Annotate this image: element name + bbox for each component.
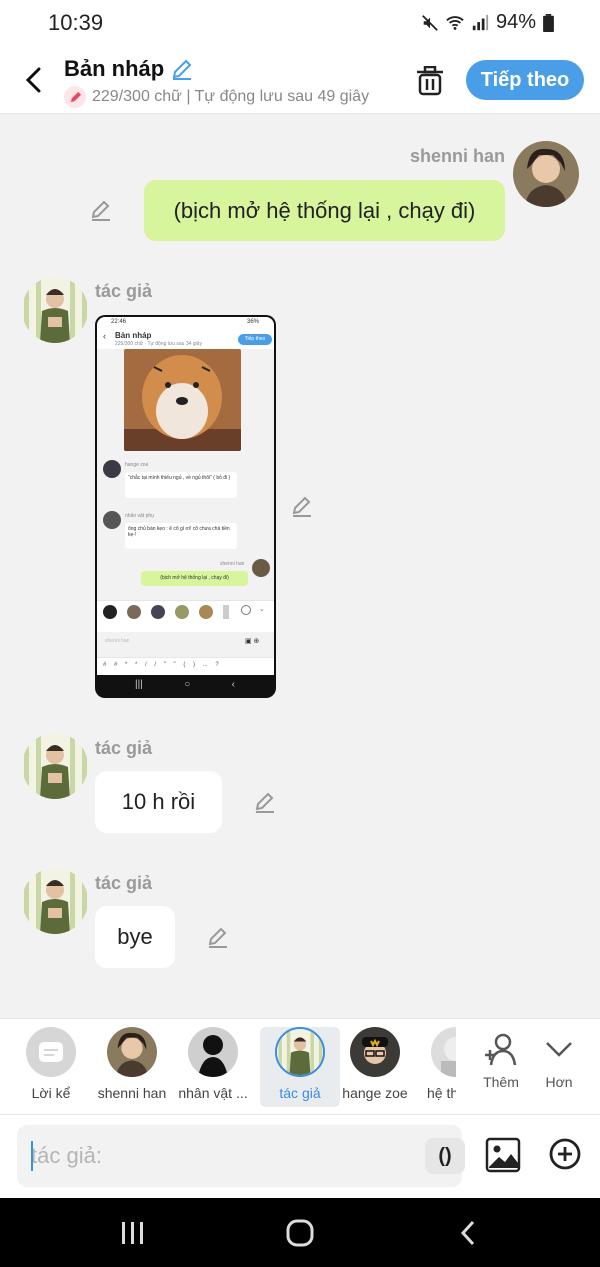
- character-he-thong[interactable]: hệ th: [416, 1027, 456, 1107]
- narration-icon: [26, 1027, 76, 1077]
- status-bar: 10:39 94%: [0, 0, 600, 46]
- delete-button[interactable]: [414, 64, 446, 98]
- add-label: Thêm: [483, 1074, 519, 1090]
- more-button[interactable]: Hơn: [531, 1031, 587, 1090]
- chevron-down-icon: [546, 1042, 572, 1057]
- character-nhan-vat[interactable]: nhân vật ...: [173, 1027, 253, 1107]
- edit-message-icon[interactable]: [205, 924, 231, 950]
- message-input-container[interactable]: (): [17, 1125, 465, 1187]
- plus-circle-icon: [549, 1138, 581, 1170]
- back-icon: [460, 1220, 475, 1246]
- mute-icon: [422, 14, 438, 31]
- more-label: Hơn: [545, 1074, 573, 1090]
- sender-name: tác giả: [95, 281, 153, 301]
- character-hange-zoe[interactable]: hange zoe: [335, 1027, 415, 1107]
- text-caret: [31, 1141, 33, 1171]
- mini-next-button: Tiếp theo: [238, 334, 272, 345]
- embedded-screenshot: 22:46 36% ‹ Bản nháp 225/300 chữ · Tự độ…: [97, 317, 274, 675]
- app-header: Bản nháp 229/300 chữ | Tự động lưu sau 4…: [0, 46, 600, 114]
- character-label: shenni han: [97, 1085, 167, 1101]
- chevron-left-icon: [25, 67, 41, 93]
- insert-image-button[interactable]: [485, 1137, 521, 1173]
- recents-button[interactable]: [113, 1218, 153, 1248]
- back-nav-button[interactable]: [448, 1218, 488, 1248]
- mini-battery: 36%: [247, 319, 260, 325]
- avatar: [431, 1027, 456, 1077]
- next-button[interactable]: Tiếp theo: [466, 60, 584, 100]
- message-bubble[interactable]: (bịch mở hệ thống lại , chạy đi): [144, 180, 505, 241]
- home-button[interactable]: [280, 1218, 320, 1248]
- edit-message-icon[interactable]: [252, 789, 278, 815]
- message-bubble[interactable]: bye: [95, 906, 175, 968]
- back-button[interactable]: [18, 64, 48, 96]
- message-image[interactable]: 22:46 36% ‹ Bản nháp 225/300 chữ · Tự độ…: [95, 315, 276, 698]
- image-icon: [485, 1137, 521, 1173]
- composer: (): [0, 1114, 600, 1198]
- avatar: [350, 1027, 400, 1077]
- character-label: Lời kể: [31, 1085, 71, 1101]
- character-shenni-han[interactable]: shenni han: [92, 1027, 172, 1107]
- avatar-tac-gia[interactable]: [22, 277, 88, 343]
- wifi-icon: [446, 15, 464, 30]
- edit-message-icon[interactable]: [289, 493, 315, 519]
- character-selector: Lời kể shenni han nhân vật ... tác giả h…: [0, 1018, 600, 1114]
- trash-icon: [417, 66, 443, 96]
- mini-nav-bar: ||| ○ ‹: [135, 679, 235, 690]
- mini-status-time: 22:46: [111, 319, 127, 325]
- sender-name: tác giả: [95, 873, 153, 893]
- add-person-icon: [485, 1033, 517, 1066]
- character-label: tác giả: [279, 1085, 321, 1101]
- sender-name: shenni han: [409, 146, 505, 166]
- draft-status: 229/300 chữ | Tự động lưu sau 49 giây: [64, 86, 394, 108]
- mini-subtitle: 225/300 chữ · Tự động lưu sau 34 giây: [115, 341, 202, 347]
- recents-icon: [122, 1222, 143, 1244]
- pencil-icon: [64, 86, 86, 108]
- status-icons: 94%: [421, 11, 554, 34]
- sender-name: tác giả: [95, 738, 153, 758]
- character-tac-gia[interactable]: tác giả: [260, 1027, 340, 1107]
- add-character-button[interactable]: Thêm: [473, 1031, 529, 1090]
- message-input[interactable]: [31, 1139, 391, 1173]
- page-title: Bản nháp: [64, 56, 165, 81]
- battery-percent: 94%: [495, 11, 536, 33]
- edit-title-icon[interactable]: [170, 57, 194, 81]
- corgi-picture: [124, 349, 241, 451]
- avatar-tac-gia[interactable]: [22, 868, 88, 934]
- parentheses-button[interactable]: (): [425, 1138, 465, 1174]
- avatar: [107, 1027, 157, 1077]
- mini-title: Bản nháp: [115, 331, 152, 340]
- character-loi-ke[interactable]: Lời kể: [11, 1027, 91, 1107]
- home-icon: [286, 1219, 314, 1247]
- character-label: hệ th: [427, 1085, 456, 1101]
- avatar-shenni-han[interactable]: [513, 141, 579, 207]
- avatar: [275, 1027, 325, 1077]
- system-nav-bar: [0, 1198, 600, 1267]
- character-label: nhân vật ...: [178, 1085, 248, 1101]
- character-label: hange zoe: [342, 1085, 408, 1101]
- signal-icon: [472, 14, 489, 30]
- word-count-autosave: 229/300 chữ | Tự động lưu sau 49 giây: [92, 88, 370, 105]
- avatar-tac-gia[interactable]: [22, 733, 88, 799]
- avatar: [188, 1027, 238, 1077]
- edit-message-icon[interactable]: [88, 197, 114, 223]
- add-button[interactable]: [548, 1137, 582, 1171]
- draft-title[interactable]: Bản nháp: [64, 56, 194, 82]
- message-bubble[interactable]: 10 h rồi: [95, 771, 222, 833]
- battery-icon: [543, 13, 554, 32]
- status-time: 10:39: [48, 10, 104, 35]
